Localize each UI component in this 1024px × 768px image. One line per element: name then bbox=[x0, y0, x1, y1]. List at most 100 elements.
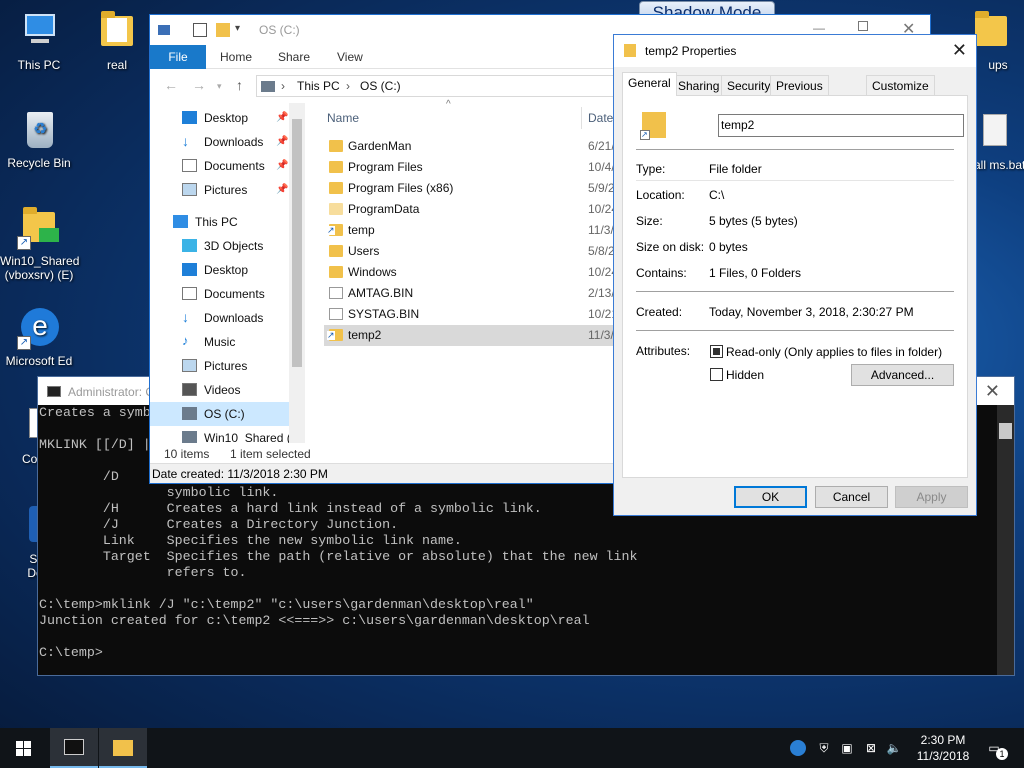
maximize-icon[interactable] bbox=[858, 21, 868, 31]
advanced-button[interactable]: Advanced... bbox=[851, 364, 954, 386]
quick-access-toolbar-icon[interactable] bbox=[158, 25, 170, 35]
scrollbar-thumb[interactable] bbox=[292, 119, 302, 367]
nav-label: Music bbox=[204, 335, 236, 349]
column-header-date[interactable]: Date bbox=[588, 103, 613, 133]
pin-icon[interactable]: 📌 bbox=[276, 160, 288, 171]
tab-share[interactable]: Share bbox=[267, 45, 321, 69]
scrollbar-thumb[interactable] bbox=[999, 423, 1012, 439]
nav-item-pictures[interactable]: Pictures bbox=[182, 178, 289, 202]
volume-icon[interactable]: 🔈 bbox=[886, 740, 902, 756]
file-date: 11/3/ bbox=[588, 328, 614, 342]
apply-button[interactable]: Apply bbox=[895, 486, 968, 508]
properties-dialog[interactable]: temp2 Properties ✕ General Sharing Secur… bbox=[613, 34, 977, 516]
nav-item-music[interactable]: ♪ Music bbox=[182, 330, 289, 354]
nav-item-os-c[interactable]: OS (C:) bbox=[150, 402, 289, 426]
readonly-checkbox[interactable] bbox=[710, 345, 723, 358]
nav-item-win10-shared[interactable]: Win10_Shared ( bbox=[182, 426, 289, 443]
forward-icon[interactable]: → bbox=[192, 77, 206, 93]
tab-view[interactable]: View bbox=[326, 45, 374, 69]
file-row[interactable]: Program Files (x86) 5/9/2 bbox=[324, 178, 618, 199]
nav-label: OS (C:) bbox=[204, 407, 245, 421]
taskbar-clock[interactable]: 2:30 PM 11/3/2018 bbox=[908, 732, 978, 764]
navigation-pane[interactable]: Desktop ↓ Downloads Documents Pictures Th… bbox=[150, 103, 289, 443]
desktop-icon-recycle-bin[interactable]: ♻ Recycle Bin bbox=[0, 108, 78, 170]
close-icon[interactable]: ✕ bbox=[952, 40, 967, 61]
size-value: 5 bytes (5 bytes) bbox=[709, 214, 798, 228]
file-name: Program Files bbox=[348, 160, 423, 174]
back-icon[interactable]: ← bbox=[164, 77, 178, 93]
chevron-down-icon[interactable]: ▾ bbox=[217, 81, 222, 92]
nav-item-downloads[interactable]: ↓ Downloads bbox=[182, 306, 289, 330]
column-divider[interactable] bbox=[581, 107, 582, 129]
column-header-name[interactable]: Name bbox=[327, 103, 359, 133]
nav-item-desktop[interactable]: Desktop bbox=[182, 106, 289, 130]
nav-item-videos[interactable]: Videos bbox=[182, 378, 289, 402]
item-count: 10 items bbox=[164, 447, 210, 461]
tab-previous-versions[interactable]: Previous Versions bbox=[770, 75, 829, 113]
desktop-icon-win10-shared[interactable]: ↗ Win10_Shared (vboxsrv) (E) bbox=[0, 206, 80, 282]
start-button[interactable] bbox=[0, 728, 48, 768]
minimize-icon[interactable]: — bbox=[813, 21, 825, 35]
up-icon[interactable]: ↑ bbox=[236, 77, 243, 93]
file-row-selected[interactable]: temp2 11/3/ bbox=[324, 325, 618, 346]
hidden-checkbox[interactable] bbox=[710, 368, 723, 381]
file-row[interactable]: Windows 10/24 bbox=[324, 262, 618, 283]
taskbar-cmd[interactable] bbox=[50, 728, 98, 768]
folder-link-icon: ↗ bbox=[640, 112, 666, 140]
nav-item-desktop[interactable]: Desktop bbox=[182, 258, 289, 282]
nav-label: Pictures bbox=[204, 183, 248, 197]
nav-item-this-pc[interactable]: This PC bbox=[173, 210, 289, 234]
file-row[interactable]: temp 11/3/ bbox=[324, 220, 618, 241]
nav-item-documents[interactable]: Documents bbox=[182, 154, 289, 178]
chevron-down-icon[interactable]: ▾ bbox=[235, 23, 249, 37]
tab-general[interactable]: General bbox=[622, 72, 677, 96]
pin-icon[interactable]: 📌 bbox=[276, 112, 288, 123]
notification-count: 1 bbox=[996, 748, 1008, 760]
file-name: GardenMan bbox=[348, 139, 412, 153]
virtualbox-icon[interactable]: ▣ bbox=[839, 740, 855, 756]
pin-icon[interactable]: 📌 bbox=[276, 136, 288, 147]
cancel-button[interactable]: Cancel bbox=[815, 486, 888, 508]
tab-security[interactable]: Security bbox=[721, 75, 777, 96]
taskbar-file-explorer[interactable] bbox=[99, 728, 147, 768]
pin-icon[interactable]: 📌 bbox=[276, 184, 288, 195]
file-list[interactable]: Name ^ Date GardenMan 6/21/ Program Files… bbox=[305, 99, 618, 443]
cmd-scrollbar[interactable] bbox=[997, 405, 1014, 675]
dialog-title: temp2 Properties bbox=[645, 44, 737, 58]
breadcrumb-this-pc[interactable]: This PC bbox=[297, 79, 340, 93]
breadcrumb-os-c[interactable]: OS (C:) bbox=[360, 79, 401, 93]
file-row[interactable]: GardenMan 6/21/ bbox=[324, 136, 618, 157]
ok-button[interactable]: OK bbox=[734, 486, 807, 508]
network-icon[interactable]: ⊠ bbox=[863, 740, 879, 756]
navigation-scrollbar[interactable] bbox=[289, 103, 305, 443]
nav-label: Desktop bbox=[204, 111, 249, 125]
close-icon[interactable]: ✕ bbox=[985, 381, 1000, 402]
file-row[interactable]: Program Files 10/4/ bbox=[324, 157, 618, 178]
new-folder-icon[interactable] bbox=[216, 23, 230, 37]
tab-sharing[interactable]: Sharing bbox=[672, 75, 726, 96]
desktop-icon-label: Win10_Shared (vboxsrv) (E) bbox=[0, 254, 80, 282]
location-value: C:\ bbox=[709, 188, 725, 202]
file-date: 5/8/2 bbox=[588, 244, 615, 258]
shield-icon[interactable]: ⛨ bbox=[816, 740, 832, 756]
properties-icon[interactable] bbox=[193, 23, 207, 37]
cmd-icon bbox=[64, 739, 84, 755]
tab-home[interactable]: Home bbox=[209, 45, 263, 69]
nav-item-downloads[interactable]: ↓ Downloads bbox=[182, 130, 289, 154]
file-row[interactable]: ProgramData 10/24 bbox=[324, 199, 618, 220]
tab-file[interactable]: File bbox=[150, 45, 206, 69]
folder-name-input[interactable]: temp2 bbox=[718, 114, 964, 137]
tab-customize[interactable]: Customize bbox=[866, 75, 935, 96]
properties-titlebar[interactable]: temp2 Properties ✕ bbox=[614, 35, 976, 67]
desktop-icon-this-pc[interactable]: This PC bbox=[0, 10, 78, 72]
file-row[interactable]: AMTAG.BIN 2/13/ bbox=[324, 283, 618, 304]
desktop-icon-edge[interactable]: e ↗ Microsoft Ed bbox=[0, 306, 78, 368]
network-share-icon[interactable] bbox=[790, 740, 806, 756]
desktop-icon-real[interactable]: real bbox=[78, 10, 156, 72]
file-row[interactable]: SYSTAG.BIN 10/21 bbox=[324, 304, 618, 325]
contains-value: 1 Files, 0 Folders bbox=[709, 266, 802, 280]
nav-item-documents[interactable]: Documents bbox=[182, 282, 289, 306]
file-row[interactable]: Users 5/8/2 bbox=[324, 241, 618, 262]
nav-item-3d-objects[interactable]: 3D Objects bbox=[182, 234, 289, 258]
nav-item-pictures[interactable]: Pictures bbox=[182, 354, 289, 378]
